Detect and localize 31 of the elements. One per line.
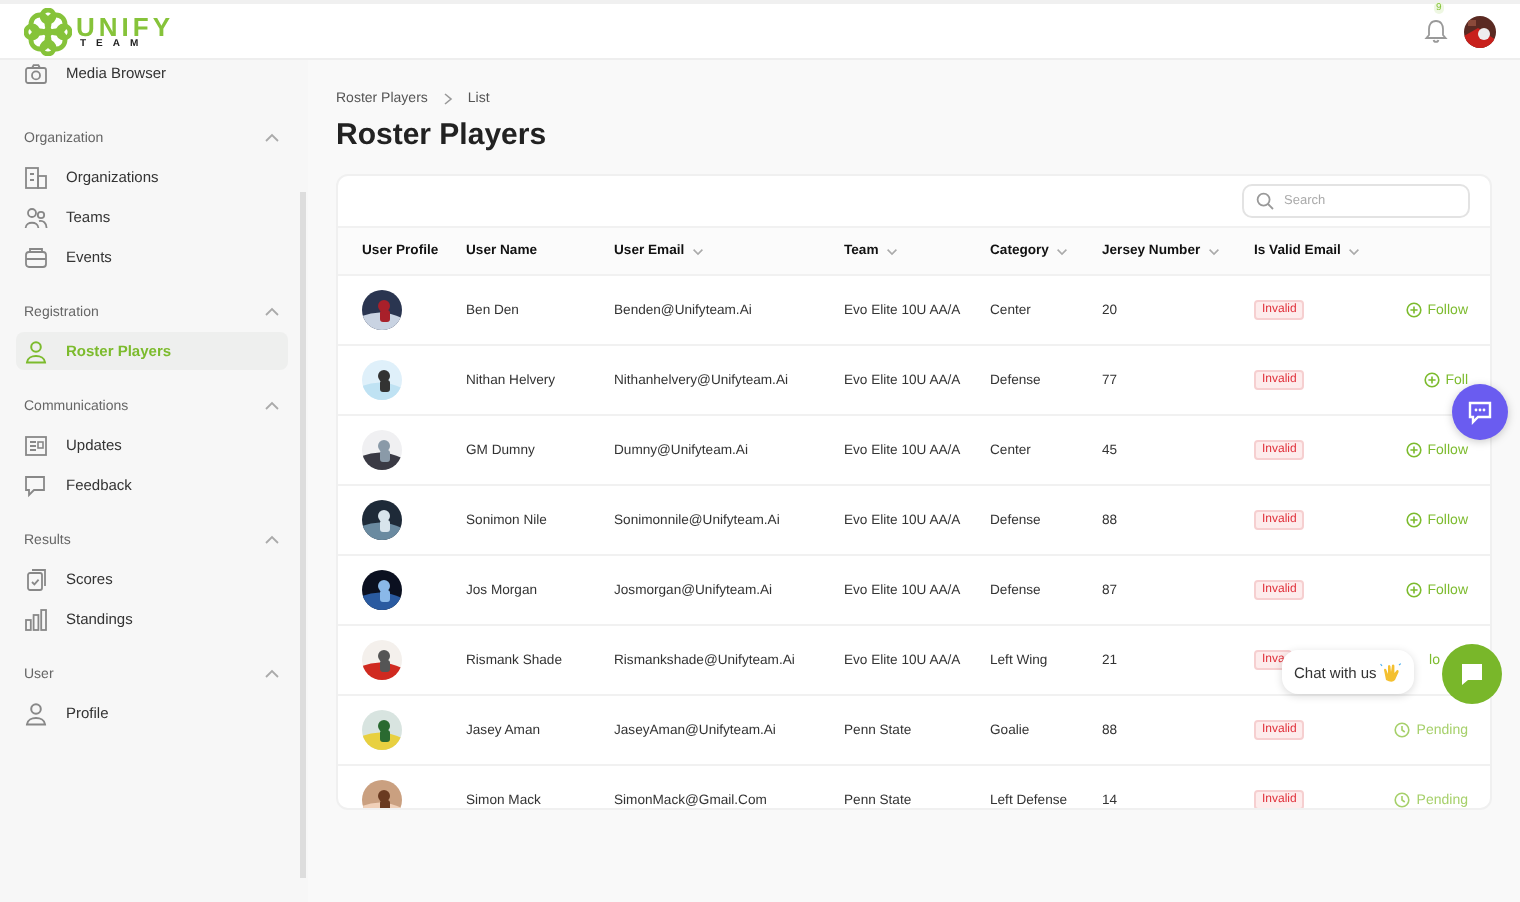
clipboard-icon (24, 567, 48, 591)
sort-icon (1056, 247, 1069, 255)
bar-chart-icon (24, 607, 48, 631)
plus-circle-icon (1405, 512, 1422, 528)
building-icon (24, 165, 48, 189)
plus-circle-icon (1405, 442, 1422, 458)
plus-circle-icon (1423, 372, 1440, 388)
plus-circle-icon (1405, 582, 1422, 598)
people-icon (24, 205, 48, 229)
plus-circle-icon (1405, 302, 1422, 318)
logo-icon (24, 7, 72, 55)
chevron-icon (441, 92, 454, 106)
person-icon (24, 701, 48, 725)
clock-icon (1394, 792, 1411, 808)
bell-icon[interactable] (1424, 18, 1448, 44)
sort-icon (886, 247, 899, 255)
person-icon (24, 339, 48, 363)
camera-icon (24, 61, 48, 85)
tray-icon (24, 245, 48, 269)
logo-text: UNIFY (76, 13, 174, 39)
sort-icon (1208, 247, 1221, 255)
search-icon (1256, 192, 1274, 210)
page-title: Roster Players (336, 118, 549, 152)
clock-icon (1394, 722, 1411, 738)
sort-icon (692, 247, 705, 255)
chat-bubble-button[interactable] (1452, 384, 1508, 440)
waving-hand-icon (1380, 661, 1403, 683)
chat-button[interactable] (1442, 644, 1502, 704)
chat-icon (24, 473, 48, 497)
newspaper-icon (24, 433, 48, 457)
sort-icon (1348, 247, 1361, 255)
